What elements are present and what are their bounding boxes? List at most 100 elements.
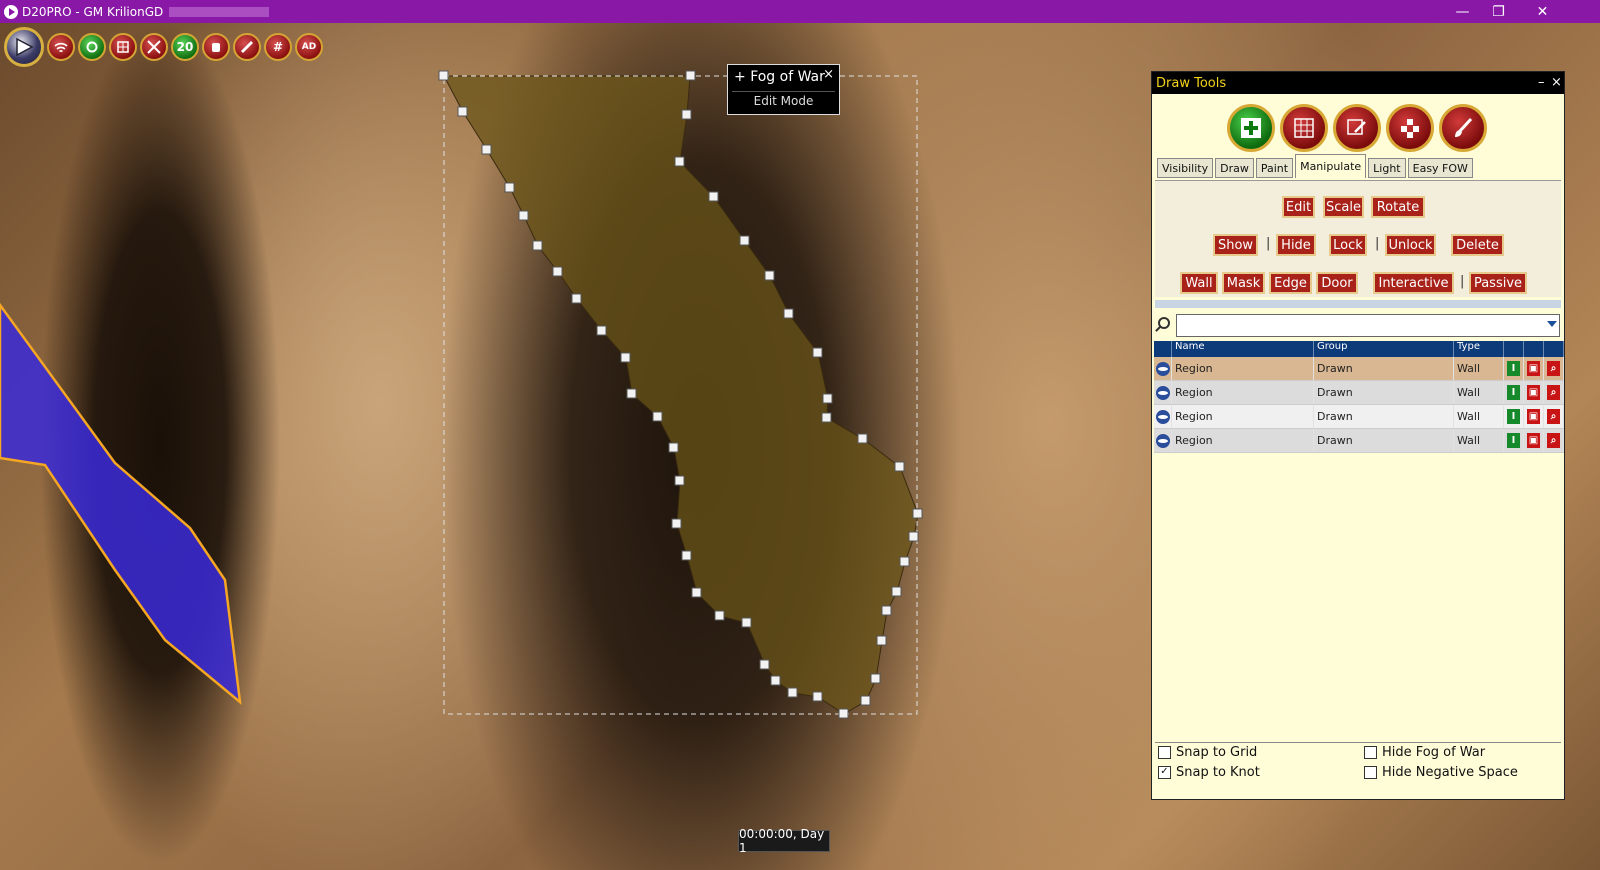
show-button[interactable]: Show: [1213, 234, 1258, 256]
checkbox-box-checked[interactable]: ✓: [1158, 766, 1171, 779]
draw-tools-title: Draw Tools: [1156, 75, 1227, 91]
combat-button[interactable]: [140, 33, 168, 61]
row-name: Region: [1172, 357, 1314, 380]
row-visibility-cell[interactable]: [1154, 357, 1172, 380]
hide-fog-of-war-label: Hide Fog of War: [1382, 745, 1486, 760]
zoom-icon[interactable]: ⌕: [1547, 409, 1560, 424]
tab-easy-fow[interactable]: Easy FOW: [1407, 158, 1473, 178]
snap-to-grid-checkbox[interactable]: Snap to Grid: [1158, 745, 1257, 760]
zoom-icon[interactable]: ⌕: [1547, 361, 1560, 376]
brush-icon: [1455, 117, 1473, 137]
edit-draw-button[interactable]: [1333, 104, 1381, 152]
map-button[interactable]: [109, 33, 137, 61]
scale-button[interactable]: Scale: [1323, 196, 1364, 218]
interactive-icon[interactable]: I: [1507, 385, 1520, 400]
interactive-icon[interactable]: I: [1507, 433, 1520, 448]
lock-icon[interactable]: ▣: [1527, 385, 1540, 400]
unlock-button[interactable]: Unlock: [1385, 234, 1436, 256]
fog-of-war-popup: + Fog of War × Edit Mode: [727, 64, 840, 115]
header-group[interactable]: Group: [1314, 341, 1454, 357]
row-type: Wall: [1454, 429, 1504, 452]
table-row[interactable]: Region Drawn Wall I ▣ ⌕: [1154, 381, 1564, 405]
dice-button[interactable]: 20: [171, 33, 199, 61]
zoom-icon[interactable]: ⌕: [1547, 385, 1560, 400]
interactive-icon[interactable]: I: [1507, 361, 1520, 376]
chevron-down-icon[interactable]: [1547, 321, 1557, 327]
fog-title: Fog of War: [750, 69, 825, 85]
tab-draw[interactable]: Draw: [1215, 158, 1254, 178]
panel-close-icon[interactable]: ×: [1551, 75, 1562, 90]
row-action-cell: ▣: [1524, 381, 1544, 404]
close-window-button[interactable]: ✕: [1520, 0, 1565, 23]
hide-button[interactable]: Hide: [1276, 234, 1316, 256]
eye-icon[interactable]: [1156, 361, 1170, 376]
fog-plus-icon[interactable]: +: [734, 69, 746, 85]
tab-manipulate[interactable]: Manipulate: [1295, 154, 1367, 178]
interactive-button[interactable]: Interactive: [1373, 272, 1454, 294]
passive-button[interactable]: Passive: [1469, 272, 1527, 294]
eye-icon[interactable]: [1156, 409, 1170, 424]
panel-minimize-icon[interactable]: –: [1538, 75, 1545, 90]
draw-tools-header[interactable]: Draw Tools – ×: [1152, 72, 1564, 94]
edit-button[interactable]: Edit: [1282, 196, 1315, 218]
row-action-cell: ⌕: [1544, 405, 1564, 428]
knots-button[interactable]: [1386, 104, 1434, 152]
row-action-cell: ▣: [1524, 357, 1544, 380]
tab-light[interactable]: Light: [1368, 158, 1406, 178]
lock-button[interactable]: Lock: [1329, 234, 1367, 256]
checkbox-box[interactable]: [1158, 746, 1171, 759]
collapse-strip[interactable]: [1155, 300, 1561, 308]
fog-mode-label: Edit Mode: [753, 94, 814, 108]
play-logo-icon: [16, 37, 34, 57]
ruler-button[interactable]: [233, 33, 261, 61]
row-action-cell: ⌕: [1544, 357, 1564, 380]
ad-button[interactable]: AD: [295, 33, 323, 61]
header-type[interactable]: Type: [1454, 341, 1504, 357]
interactive-icon[interactable]: I: [1507, 409, 1520, 424]
snap-to-knot-checkbox[interactable]: ✓ Snap to Knot: [1158, 765, 1260, 780]
selected-region[interactable]: [443, 75, 919, 715]
blue-region[interactable]: [0, 302, 242, 705]
network-button[interactable]: [47, 33, 75, 61]
row-visibility-cell[interactable]: [1154, 429, 1172, 452]
lock-icon[interactable]: ▣: [1527, 433, 1540, 448]
lock-icon[interactable]: ▣: [1527, 361, 1540, 376]
refresh-button[interactable]: [78, 33, 106, 61]
brush-button[interactable]: [1439, 104, 1487, 152]
maximize-button[interactable]: ❐: [1476, 0, 1521, 23]
delete-button[interactable]: Delete: [1451, 234, 1504, 256]
search-input[interactable]: [1176, 314, 1560, 337]
row-visibility-cell[interactable]: [1154, 381, 1172, 404]
row-group: Drawn: [1314, 381, 1454, 404]
checkbox-box[interactable]: [1364, 746, 1377, 759]
lock-icon[interactable]: ▣: [1527, 409, 1540, 424]
checkbox-box[interactable]: [1364, 766, 1377, 779]
tab-paint[interactable]: Paint: [1255, 158, 1294, 178]
mask-button[interactable]: Mask: [1222, 272, 1265, 294]
table-header: Name Group Type: [1154, 341, 1564, 357]
add-region-button[interactable]: [1227, 104, 1275, 152]
rotate-button[interactable]: Rotate: [1371, 196, 1425, 218]
zoom-icon[interactable]: ⌕: [1547, 433, 1560, 448]
edge-button[interactable]: Edge: [1269, 272, 1312, 294]
table-row[interactable]: Region Drawn Wall I ▣ ⌕: [1154, 357, 1564, 381]
grid-button[interactable]: #: [264, 33, 292, 61]
tab-visibility[interactable]: Visibility: [1157, 158, 1214, 178]
row-visibility-cell[interactable]: [1154, 405, 1172, 428]
fog-close-icon[interactable]: ×: [823, 67, 834, 82]
hide-fog-of-war-checkbox[interactable]: Hide Fog of War: [1364, 745, 1485, 760]
grid-select-button[interactable]: [1280, 104, 1328, 152]
wall-button[interactable]: Wall: [1180, 272, 1218, 294]
door-button[interactable]: Door: [1316, 272, 1358, 294]
eye-icon[interactable]: [1156, 433, 1170, 448]
creature-button[interactable]: [202, 33, 230, 61]
app-logo-icon: [4, 4, 18, 19]
eye-icon[interactable]: [1156, 385, 1170, 400]
table-row[interactable]: Region Drawn Wall I ▣ ⌕: [1154, 405, 1564, 429]
fog-title-row[interactable]: + Fog of War: [734, 69, 825, 85]
d20-menu-button[interactable]: [4, 27, 44, 67]
hide-negative-space-checkbox[interactable]: Hide Negative Space: [1364, 765, 1518, 780]
hide-negative-space-label: Hide Negative Space: [1382, 765, 1518, 780]
header-name[interactable]: Name: [1172, 341, 1314, 357]
table-row[interactable]: Region Drawn Wall I ▣ ⌕: [1154, 429, 1564, 453]
